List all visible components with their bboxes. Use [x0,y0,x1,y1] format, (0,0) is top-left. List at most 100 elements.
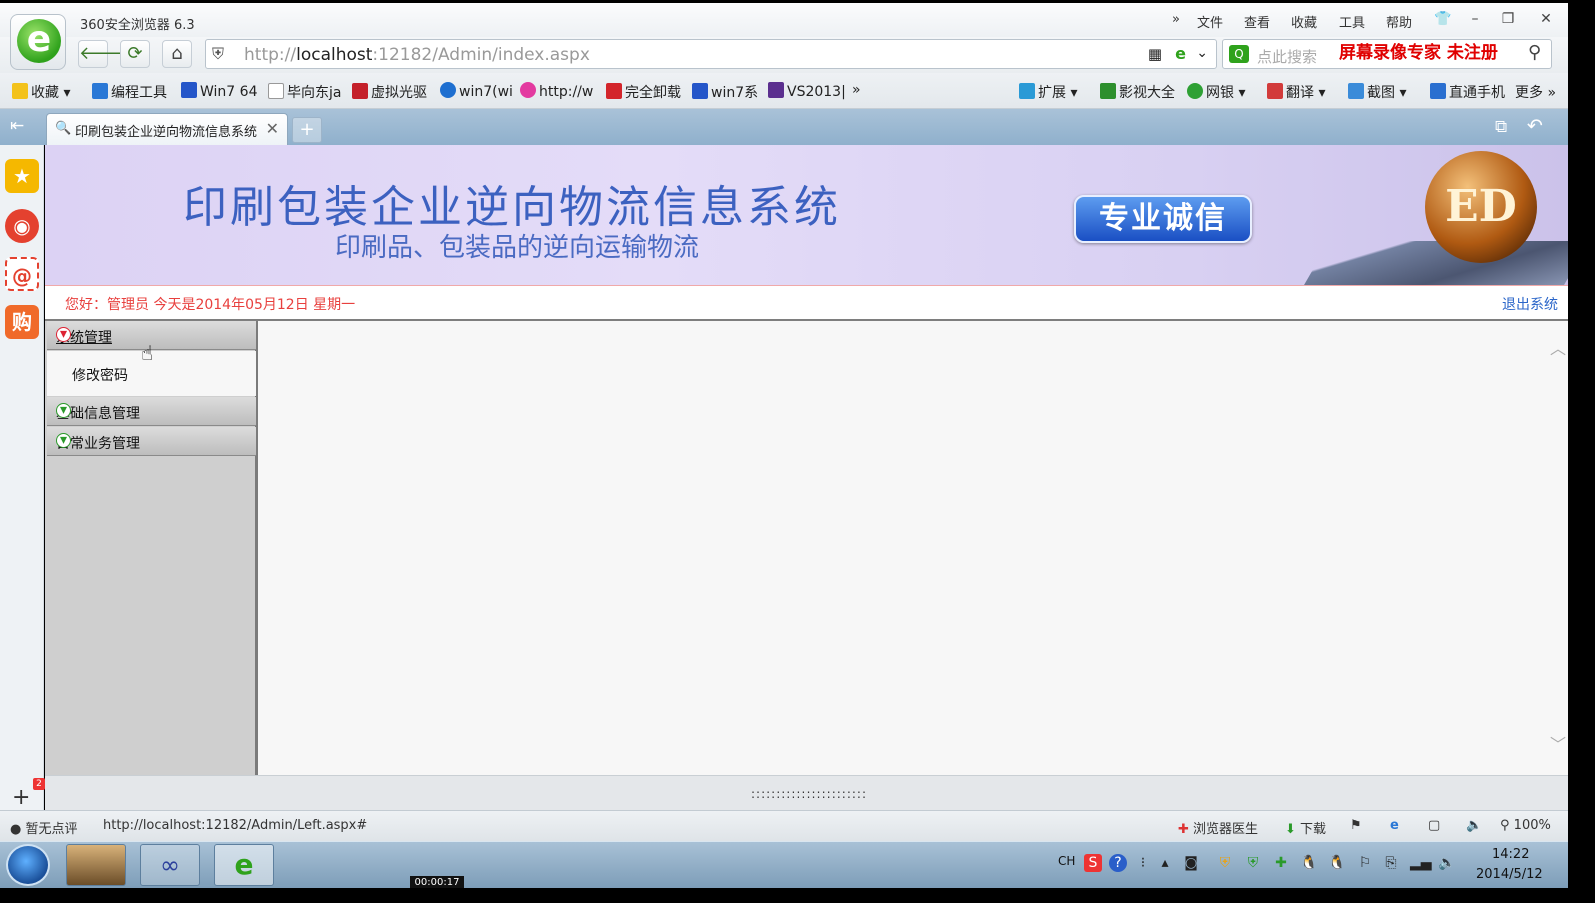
flag-icon[interactable]: ⚑ [1350,818,1362,833]
bookmark-item[interactable]: win7(wi [440,82,513,100]
usb-device-icon[interactable]: ⎘ [1382,854,1400,872]
bookmark-item[interactable]: 毕向东ja [268,82,341,102]
clock-time[interactable]: 14:22 [1492,847,1529,862]
notification-badge: 2 [33,778,45,790]
menu-group-daily-business[interactable]: 日常业务管理 ▾ [47,427,256,456]
menu-view[interactable]: 查看 [1244,12,1270,31]
bookmark-item[interactable]: 编程工具 [92,82,167,102]
back-button[interactable]: 🡐 [78,40,127,68]
logout-link[interactable]: 退出系统 [1502,294,1558,314]
close-window-button[interactable]: ✕ [1535,9,1557,29]
guard-icon[interactable]: ⛨ [1244,854,1262,872]
chevron-down-icon[interactable]: ⌄ [1196,45,1208,61]
frame-splitter: ::::::::::::::::::::::: [45,775,1568,810]
search-box[interactable]: Q 点此搜索 屏幕录像专家 未注册 [1222,39,1552,69]
toolbar-phone[interactable]: 直通手机 [1430,82,1505,102]
menu-favorites[interactable]: 收藏 [1291,12,1317,31]
tab-close-icon[interactable]: ✕ [266,119,279,138]
scroll-up-icon[interactable]: ︿ [1550,335,1566,359]
address-input[interactable]: http://localhost:12182/Admin/index.aspx [244,45,590,65]
qrcode-icon[interactable]: ▦ [1148,45,1162,63]
tab-active[interactable]: 🔍 印刷包装企业逆向物流信息系统 ✕ [46,113,288,145]
screen-edge-bottom [0,888,1595,903]
bookmark-item[interactable]: 完全卸载 [606,82,681,102]
restore-button[interactable]: ❐ [1497,9,1519,29]
network-signal-icon[interactable]: ▂▄ [1410,854,1432,872]
zoom-control[interactable]: ⚲ 100% [1500,818,1551,833]
browser-doctor-button[interactable]: ✚ 浏览器医生 [1178,818,1258,837]
clock-date[interactable]: 2014/5/12 [1476,867,1543,882]
rating-status[interactable]: ● 暂无点评 [10,818,78,837]
taskbar-app-photo[interactable] [66,844,126,886]
home-button[interactable]: ⌂ [162,40,192,68]
skin-icon[interactable]: 👕 [1432,9,1454,29]
browser-logo[interactable]: e [10,14,66,70]
360-plus-icon[interactable]: ✚ [1272,854,1290,872]
bookmark-item[interactable]: 虚拟光驱 [352,82,427,102]
sidebar-toggle-icon[interactable]: ⇤ [10,116,24,136]
taskbar-app-visual-studio[interactable]: ∞ [140,844,200,886]
search-icon[interactable]: ⚲ [1528,42,1552,66]
qq-icon-2[interactable]: 🐧 [1328,854,1346,872]
security-shield-icon[interactable]: ⛨ [1216,854,1234,872]
toolbar-bank[interactable]: 网银 ▾ [1187,82,1245,102]
window-icon[interactable]: ▢ [1428,818,1440,833]
rating-label: 暂无点评 [25,822,78,837]
bookmark-item[interactable]: win7系 [692,82,758,102]
scissors-icon [1348,83,1364,99]
sogou-ime-icon[interactable]: S [1084,854,1102,872]
menu-item-change-password[interactable]: 修改密码 [72,365,128,385]
toolbar-translate[interactable]: 翻译 ▾ [1267,82,1325,102]
magnifier-icon: ⚲ [1500,818,1510,833]
start-button[interactable] [6,844,50,886]
address-bar[interactable]: ⛨ http://localhost:12182/Admin/index.asp… [205,39,1217,69]
add-dock-icon[interactable]: + [12,785,30,810]
favorites-star-icon[interactable]: ★ [5,159,39,193]
qq-icon[interactable]: 🐧 [1300,854,1318,872]
toolbar-extensions[interactable]: 扩展 ▾ [1019,82,1077,102]
ie-icon[interactable]: e [1390,818,1399,833]
url-host: localhost [296,45,373,65]
menu-group-basic-info[interactable]: 基础信息管理 ▾ [47,397,256,426]
ie-mode-icon[interactable]: e [1175,44,1186,63]
tab-list-icon[interactable]: ⧉ [1495,117,1507,137]
scroll-down-icon[interactable]: ﹀ [1550,731,1566,755]
expand-icon[interactable]: ▾ [56,433,71,448]
menu-help[interactable]: 帮助 [1386,12,1412,31]
taskbar-app-360-browser[interactable]: e [214,844,274,886]
bookmark-favorites[interactable]: 收藏 ▾ [12,82,70,102]
volume-icon[interactable]: 🔈 [1438,854,1456,872]
menu-file[interactable]: 文件 [1197,12,1223,31]
bookmarks-more-icon[interactable]: » [852,82,861,98]
splitter-grip[interactable]: ::::::::::::::::::::::: [751,787,867,801]
doctor-label: 浏览器医生 [1193,822,1259,837]
menu-more-icon[interactable]: » [1172,12,1180,27]
new-tab-button[interactable]: + [292,117,322,143]
recorder-tray-icon[interactable]: ◙ [1182,854,1200,872]
toolbar-more[interactable]: 更多 » [1515,82,1556,102]
undo-close-icon[interactable]: ↶ [1527,115,1543,137]
shopping-icon[interactable]: 购 [5,305,39,339]
bookmark-item[interactable]: http://w [520,82,593,100]
refresh-button[interactable]: ⟳ [120,40,150,68]
bookmark-item[interactable]: Win7 64 [181,82,257,100]
collapse-icon[interactable]: ▾ [56,327,71,342]
speaker-icon[interactable]: 🔈 [1466,818,1482,833]
input-language[interactable]: CH [1058,854,1075,868]
search-input[interactable]: 点此搜索 [1257,46,1317,67]
ime-settings-icon[interactable]: ⁝ [1134,854,1152,872]
help-icon[interactable]: ? [1109,854,1127,872]
bookmark-item[interactable]: VS2013| [768,82,846,100]
toolbar-video[interactable]: 影视大全 [1100,82,1175,102]
mail-icon[interactable]: @ [5,257,39,291]
weibo-icon[interactable]: ◉ [5,209,39,243]
menu-tools[interactable]: 工具 [1339,12,1365,31]
toolbar-screenshot[interactable]: 截图 ▾ [1348,82,1406,102]
search-engine-icon[interactable]: Q [1229,45,1249,63]
expand-icon[interactable]: ▾ [56,403,71,418]
tray-expand-icon[interactable]: ▴ [1156,854,1174,872]
minimize-button[interactable]: – [1464,9,1486,29]
action-center-flag-icon[interactable]: ⚐ [1356,854,1374,872]
url-path: :12182/Admin/index.aspx [372,45,590,65]
download-button[interactable]: ⬇ 下载 [1285,818,1326,837]
